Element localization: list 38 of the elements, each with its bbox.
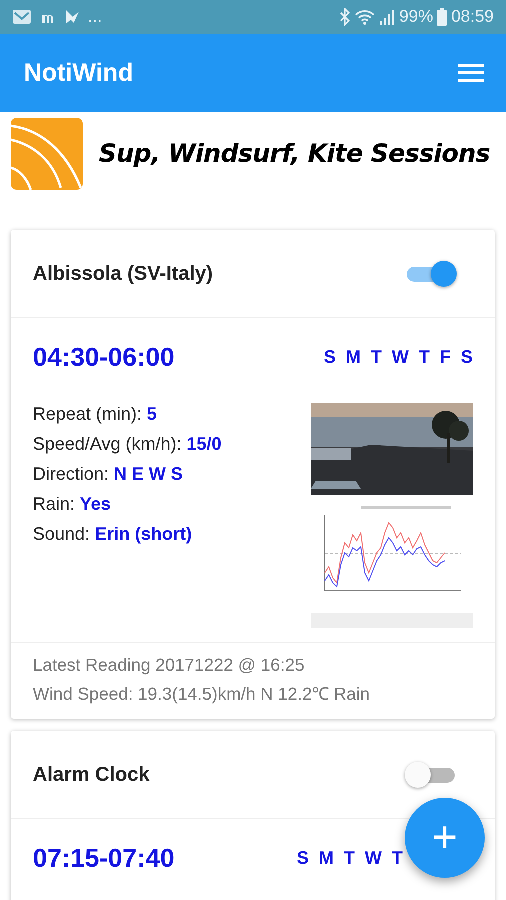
bluetooth-icon (339, 8, 352, 26)
weekday[interactable]: W (365, 845, 382, 872)
mail-icon (12, 8, 32, 26)
flag-icon (64, 9, 80, 25)
weekday[interactable]: M (319, 845, 334, 872)
weekday[interactable]: M (346, 344, 361, 371)
weekday[interactable]: T (392, 845, 403, 872)
app-title: NotiWind (24, 58, 134, 88)
banner-tagline: Sup, Windsurf, Kite Sessions (99, 138, 490, 170)
toggle-switch[interactable] (405, 260, 457, 288)
clock-time: 08:59 (451, 6, 494, 28)
weekday[interactable]: T (418, 344, 430, 371)
detail-line: Sound: Erin (short) (33, 523, 194, 546)
logo-icon (11, 118, 83, 190)
detail-line: Direction: N E W S (33, 463, 184, 486)
weekday[interactable]: S (460, 344, 473, 371)
weekday[interactable]: W (392, 344, 409, 371)
battery-percent: 99% (399, 6, 434, 28)
alarm-time: 07:15-07:40 (33, 842, 175, 875)
weekday[interactable]: S (296, 845, 309, 872)
alarm-time: 04:30-06:00 (33, 341, 175, 374)
detail-line: Speed/Avg (km/h): 15/0 (33, 433, 222, 456)
reading-text: Latest Reading 20171222 @ 16:25 (33, 654, 306, 677)
signal-icon (379, 9, 396, 25)
weekday[interactable]: S (324, 344, 336, 371)
weekday[interactable]: T (370, 344, 382, 371)
weekday[interactable]: T (344, 845, 355, 872)
wifi-icon (355, 9, 376, 25)
toggle-switch[interactable] (405, 760, 457, 788)
alarm-name: Albissola (SV-Italy) (33, 262, 214, 286)
more-text: ... (88, 6, 102, 28)
menu-button[interactable] (458, 63, 484, 83)
alarm-name: Alarm Clock (33, 762, 150, 788)
detail-line: Rain: Yes (33, 493, 112, 516)
reading-text: Wind Speed: 19.3(14.5)km/h N 12.2℃ Rain (33, 683, 372, 706)
detail-line: Repeat (min): 5 (33, 403, 158, 426)
battery-icon (437, 8, 448, 26)
weekday[interactable]: F (440, 344, 451, 371)
